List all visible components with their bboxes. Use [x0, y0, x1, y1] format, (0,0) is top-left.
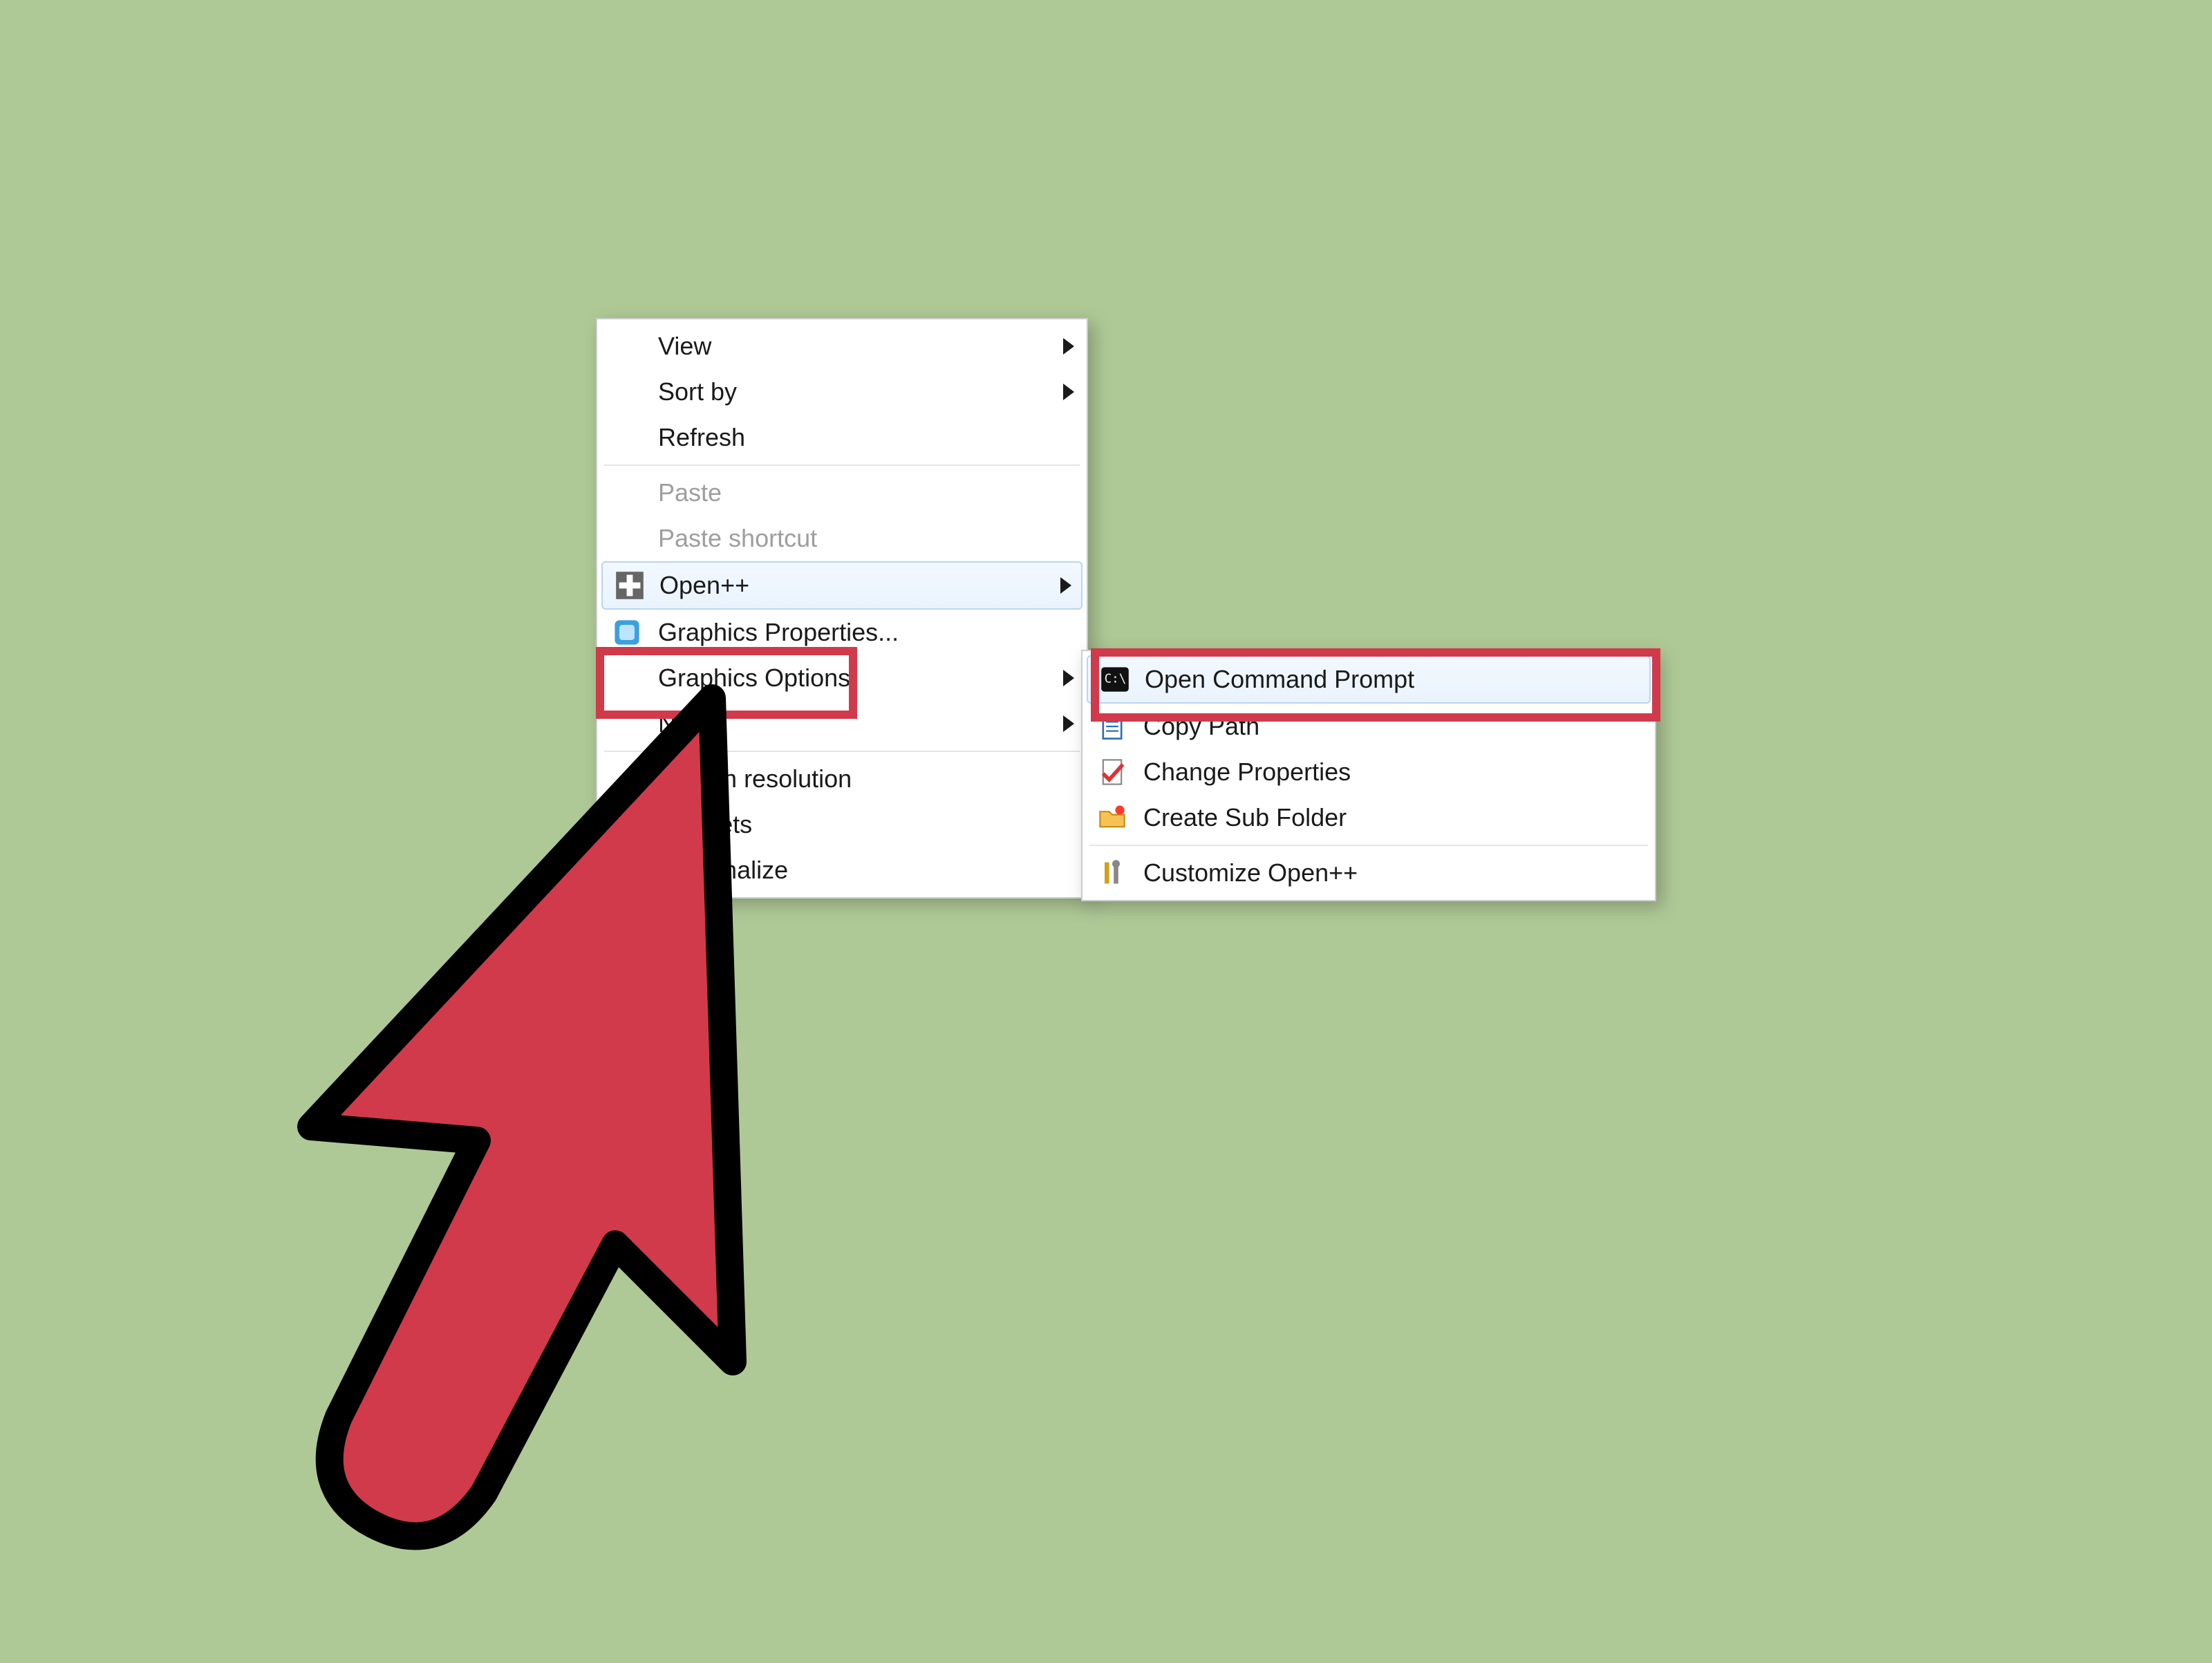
menu-item-label: Create Sub Folder [1143, 803, 1347, 832]
menu-item-gadgets[interactable]: Gadgets [600, 802, 1084, 847]
menu-item-graphics-properties[interactable]: Graphics Properties... [600, 610, 1084, 655]
menu-separator [604, 464, 1080, 466]
context-menu: View Sort by Refresh Paste Paste shortcu… [596, 318, 1088, 899]
menu-item-paste: Paste [600, 470, 1084, 516]
submenu-arrow-icon [1060, 577, 1071, 594]
menu-item-new[interactable]: New [600, 701, 1084, 746]
menu-item-label: Screen resolution [658, 764, 852, 793]
submenu-arrow-icon [1063, 715, 1074, 732]
menu-item-label: Sort by [658, 377, 737, 406]
menu-item-personalize[interactable]: Personalize [600, 847, 1084, 893]
menu-item-label: Copy Path [1143, 712, 1259, 741]
menu-item-label: New [658, 709, 708, 738]
menu-item-label: Graphics Properties... [658, 618, 899, 647]
document-icon [1094, 708, 1131, 745]
submenu-item-open-command-prompt[interactable]: C:\ Open Command Prompt [1087, 655, 1651, 704]
menu-item-label: Paste shortcut [658, 524, 817, 553]
menu-item-label: Customize Open++ [1143, 858, 1358, 887]
desktop-background: View Sort by Refresh Paste Paste shortcu… [0, 0, 2212, 1663]
menu-item-label: Change Properties [1143, 758, 1351, 787]
menu-item-view[interactable]: View [600, 323, 1084, 369]
app-icon [608, 614, 646, 651]
menu-item-label: Personalize [658, 856, 788, 885]
check-document-icon [1094, 753, 1131, 791]
menu-item-screen-resolution[interactable]: Screen resolution [600, 756, 1084, 802]
folder-new-icon [1094, 799, 1131, 836]
menu-separator [1089, 845, 1648, 846]
menu-item-label: View [658, 332, 711, 361]
menu-item-graphics-options[interactable]: Graphics Options [600, 655, 1084, 701]
menu-item-paste-shortcut: Paste shortcut [600, 516, 1084, 561]
submenu-arrow-icon [1063, 670, 1074, 686]
submenu-item-change-properties[interactable]: Change Properties [1085, 749, 1652, 795]
menu-item-label: Gadgets [658, 810, 752, 839]
menu-item-label: Refresh [658, 423, 745, 452]
svg-text:C:\: C:\ [1105, 672, 1127, 686]
submenu-item-copy-path[interactable]: Copy Path [1085, 704, 1652, 749]
menu-item-label: Open Command Prompt [1145, 665, 1414, 694]
menu-item-label: Open++ [659, 571, 749, 600]
plus-box-icon [611, 567, 648, 604]
submenu-item-customize-openpp[interactable]: Customize Open++ [1085, 850, 1652, 896]
menu-separator [604, 751, 1080, 752]
menu-item-label: Graphics Options [658, 664, 850, 693]
submenu-arrow-icon [1063, 384, 1074, 400]
menu-item-refresh[interactable]: Refresh [600, 415, 1084, 460]
submenu-arrow-icon [1063, 338, 1074, 355]
openpp-submenu: C:\ Open Command Prompt Copy Path [1081, 650, 1656, 901]
menu-item-label: Paste [658, 478, 722, 507]
tools-icon [1094, 854, 1131, 892]
menu-item-openpp[interactable]: Open++ [601, 561, 1082, 610]
submenu-item-create-sub-folder[interactable]: Create Sub Folder [1085, 795, 1652, 840]
cmd-icon: C:\ [1096, 661, 1134, 698]
menu-item-sort-by[interactable]: Sort by [600, 369, 1084, 415]
